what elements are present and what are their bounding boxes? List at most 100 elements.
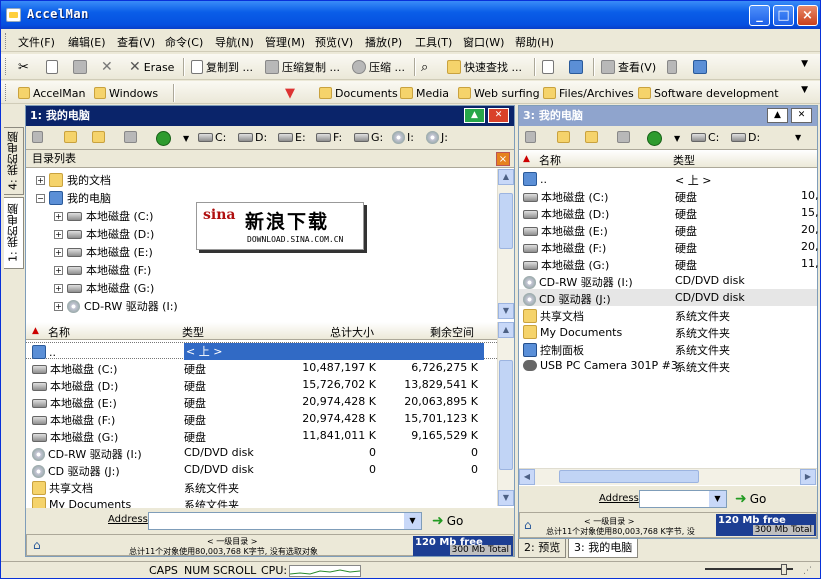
copy-button[interactable]: [46, 59, 58, 75]
view-button[interactable]: 查看(V): [601, 59, 656, 75]
archive-button[interactable]: [667, 59, 677, 75]
software-development-link[interactable]: Software development: [638, 85, 779, 101]
cut-button[interactable]: ✂: [18, 59, 29, 75]
table-row[interactable]: 共享文档 系统文件夹: [26, 478, 497, 495]
menu-view[interactable]: 查看(V): [117, 34, 155, 50]
windows-button[interactable]: [693, 59, 707, 75]
table-row[interactable]: 本地磁盘 (C:) 硬盘 10,487,197 K 6,726,275 K: [26, 359, 497, 376]
erase-button[interactable]: ✕ Erase: [129, 59, 174, 75]
tree-node[interactable]: + 我的文档: [36, 172, 111, 188]
view-mode-button[interactable]: [525, 131, 536, 143]
paste-button[interactable]: [73, 59, 87, 75]
table-row[interactable]: .. < 上 >: [26, 342, 497, 360]
menu-command[interactable]: 命令(C): [165, 34, 203, 50]
tree-node[interactable]: + 本地磁盘 (E:): [54, 244, 153, 260]
compress-button[interactable]: 压缩 ...: [352, 59, 405, 75]
side-tab-4[interactable]: 4: 我的电脑: [4, 127, 24, 195]
left-panel-title[interactable]: 1: 我的电脑 ▲ ✕: [26, 106, 514, 126]
funnel-button[interactable]: ▼: [285, 85, 295, 101]
terminal-button[interactable]: [569, 59, 583, 75]
right-panel-close-button[interactable]: ✕: [791, 108, 812, 123]
tab-my-computer[interactable]: 3: 我的电脑: [568, 539, 639, 558]
expand-icon[interactable]: +: [54, 265, 63, 275]
tree-close-button[interactable]: ×: [496, 152, 510, 166]
menu-window[interactable]: 窗口(W): [463, 34, 504, 50]
expand-icon[interactable]: +: [54, 301, 63, 311]
drive-d-button[interactable]: D:: [238, 131, 267, 144]
go-button[interactable]: ➜ Go: [735, 491, 766, 507]
left-panel-maximize-button[interactable]: ▲: [464, 108, 485, 123]
copy-to-button[interactable]: 复制到 ...: [191, 59, 253, 75]
documents-link[interactable]: Documents: [319, 85, 398, 101]
tree-node[interactable]: + 本地磁盘 (C:): [54, 208, 153, 224]
table-row[interactable]: 本地磁盘 (D:) 硬盘 15,: [519, 204, 819, 221]
zoom-slider-handle[interactable]: [781, 564, 787, 575]
scroll-up-icon[interactable]: ▲: [498, 169, 514, 185]
column-total[interactable]: 总计大小: [330, 324, 374, 340]
toolbar2-overflow-icon[interactable]: ▼: [801, 85, 808, 95]
tree-node[interactable]: + 本地磁盘 (F:): [54, 262, 151, 278]
minimize-button[interactable]: _: [749, 5, 770, 26]
refresh-button[interactable]: [617, 131, 630, 143]
right-panel-title[interactable]: 3: 我的电脑 ▲ ✕: [519, 106, 817, 126]
toolbar-grip[interactable]: [5, 84, 8, 101]
drive-d-button[interactable]: D:: [731, 131, 760, 144]
table-row[interactable]: 本地磁盘 (G:) 硬盘 11,: [519, 255, 819, 272]
expand-icon[interactable]: +: [54, 283, 63, 293]
table-row[interactable]: .. < 上 >: [519, 170, 817, 187]
drive-e-button[interactable]: E:: [278, 131, 306, 144]
side-tab-1[interactable]: 1: 我的电脑: [4, 197, 24, 269]
column-name[interactable]: 名称: [48, 324, 70, 340]
properties-button[interactable]: [542, 59, 554, 75]
expand-icon[interactable]: +: [54, 211, 63, 221]
expand-icon[interactable]: +: [54, 229, 63, 239]
drive-i-button[interactable]: I:: [392, 131, 414, 144]
toolbar-overflow-icon[interactable]: ▼: [801, 59, 808, 69]
table-row[interactable]: 本地磁盘 (F:) 硬盘 20,974,428 K 15,701,123 K: [26, 410, 497, 427]
scroll-up-icon[interactable]: ▲: [498, 322, 514, 338]
tab-preview[interactable]: 2: 预览: [518, 539, 567, 558]
maximize-button[interactable]: □: [773, 5, 794, 26]
menu-navigate[interactable]: 导航(N): [215, 34, 254, 50]
column-free[interactable]: 剩余空间: [430, 324, 474, 340]
table-row[interactable]: CD 驱动器 (J:) CD/DVD disk 0 0: [26, 461, 497, 478]
tree-toggle-button[interactable]: [557, 131, 570, 143]
resize-grip-icon[interactable]: ⋰: [803, 566, 812, 576]
table-row[interactable]: 共享文档 系统文件夹: [519, 306, 817, 323]
drive-c-button[interactable]: C:: [691, 131, 719, 144]
tree-node[interactable]: − 我的电脑: [36, 190, 111, 206]
expand-icon[interactable]: +: [54, 247, 63, 257]
tree-node[interactable]: + 本地磁盘 (D:): [54, 226, 154, 242]
menu-grip[interactable]: [5, 33, 8, 49]
scroll-thumb[interactable]: [559, 470, 699, 483]
menu-help[interactable]: 帮助(H): [515, 34, 554, 50]
right-panel-maximize-button[interactable]: ▲: [767, 108, 788, 123]
table-row[interactable]: USB PC Camera 301P #3 系统文件夹: [519, 357, 817, 374]
tree-scrollbar[interactable]: ▲ ▼: [497, 169, 514, 319]
web-surfing-link[interactable]: Web surfing: [458, 85, 540, 101]
address-input[interactable]: ▼: [148, 512, 422, 530]
left-panel-close-button[interactable]: ✕: [488, 108, 509, 123]
tree-node[interactable]: + CD-RW 驱动器 (I:): [54, 298, 178, 314]
menu-edit[interactable]: 编辑(E): [68, 34, 106, 50]
menu-play[interactable]: 播放(P): [365, 34, 402, 50]
status-tree-icon[interactable]: ⌂: [524, 518, 532, 532]
back-button[interactable]: ▼: [647, 131, 680, 146]
drive-j-button[interactable]: J:: [426, 131, 448, 144]
zoom-slider-track[interactable]: [705, 568, 793, 570]
menu-tools[interactable]: 工具(T): [415, 34, 452, 50]
menu-file[interactable]: 文件(F): [18, 34, 55, 50]
table-row[interactable]: CD 驱动器 (J:) CD/DVD disk: [519, 289, 817, 306]
status-tree-icon[interactable]: ⌂: [33, 538, 41, 552]
menu-preview[interactable]: 预览(V): [315, 34, 353, 50]
table-row[interactable]: CD-RW 驱动器 (I:) CD/DVD disk: [519, 272, 817, 289]
column-type[interactable]: 类型: [182, 324, 204, 340]
tree-toggle-button[interactable]: [64, 131, 77, 143]
new-folder-button[interactable]: [585, 131, 598, 143]
tree-node[interactable]: + 本地磁盘 (G:): [54, 280, 154, 296]
menu-manage[interactable]: 管理(M): [265, 34, 305, 50]
drives-overflow-icon[interactable]: ▼: [795, 133, 801, 142]
title-bar[interactable]: AccelMan _ □ ×: [1, 1, 820, 29]
drive-f-button[interactable]: F:: [316, 131, 342, 144]
table-row[interactable]: 本地磁盘 (E:) 硬盘 20,974,428 K 20,063,895 K: [26, 393, 497, 410]
